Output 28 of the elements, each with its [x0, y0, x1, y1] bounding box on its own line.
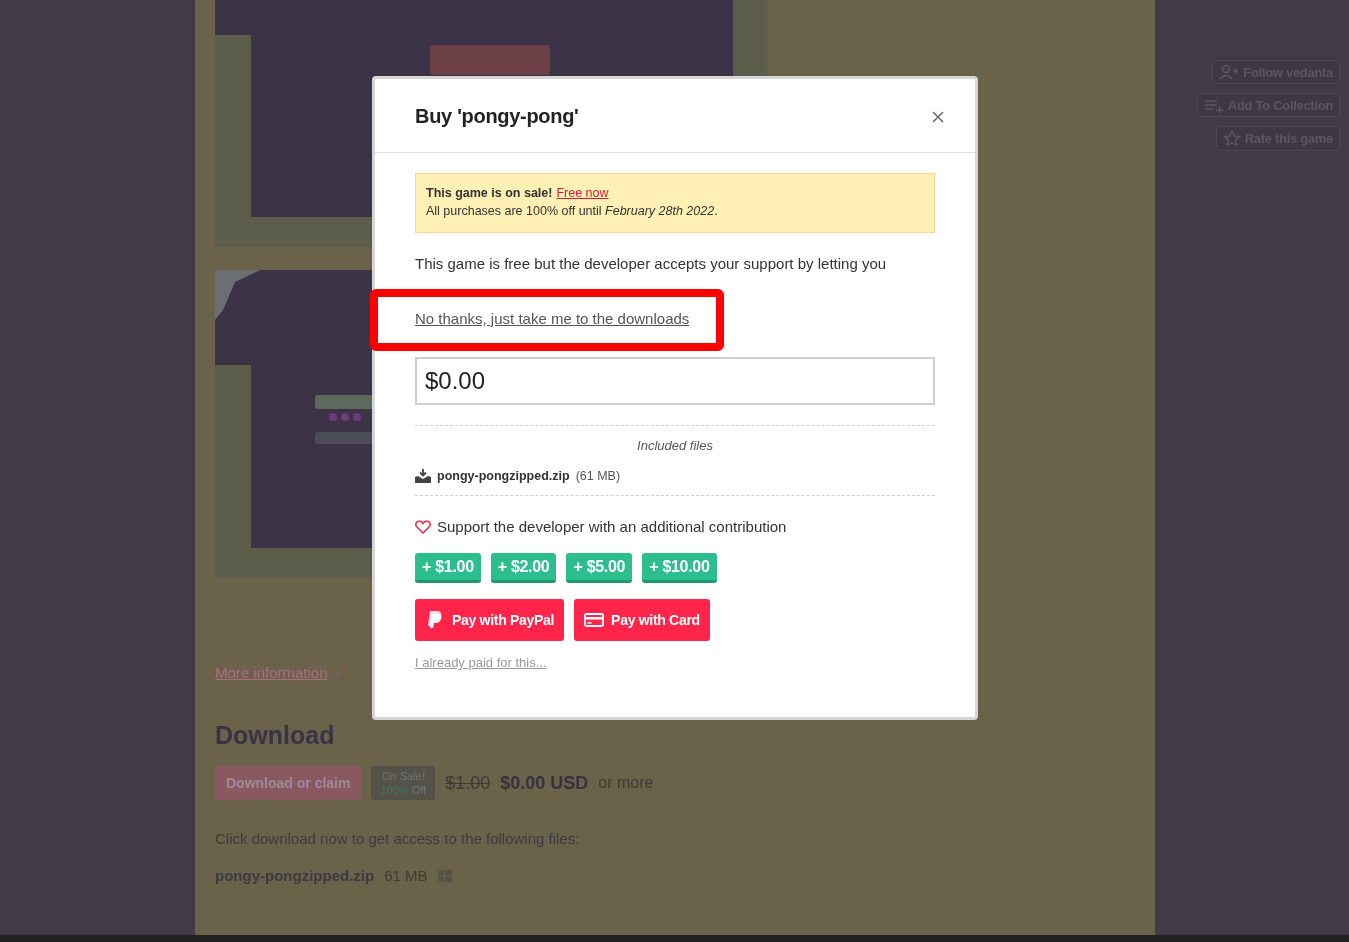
heart-icon	[415, 519, 431, 534]
star-icon	[1222, 130, 1241, 147]
included-files-heading: Included files	[636, 438, 714, 453]
credit-card-icon	[584, 612, 605, 628]
close-icon[interactable]	[931, 109, 945, 124]
add-user-icon	[1219, 64, 1240, 80]
contribution-button[interactable]: + $5.00	[566, 553, 633, 583]
description-text: This game is free but the developer accepts your support by letting you	[415, 255, 888, 272]
dialog-title: Buy 'pongy-pong'	[415, 105, 579, 128]
file-name: pongy-pongzipped.zip	[437, 469, 570, 483]
paypal-pay-button[interactable]: Pay with PayPal	[415, 599, 565, 641]
file-size: (61 MB)	[575, 469, 621, 483]
price-input[interactable]: $0.00	[415, 357, 935, 405]
contribution-button[interactable]: + $2.00	[490, 553, 557, 583]
contribution-button[interactable]: + $1.00	[415, 553, 481, 583]
add-to-list-icon	[1203, 97, 1224, 113]
more-information-link[interactable]: More information	[215, 664, 328, 681]
free-now-link[interactable]: Free now	[556, 184, 609, 202]
download-or-claim-button[interactable]: Download or claim	[215, 766, 362, 800]
contribution-button[interactable]: + $10.00	[642, 553, 717, 583]
sale-headline: This game is on sale!	[426, 185, 553, 202]
support-text: Support the developer with an additional contribution	[437, 518, 787, 535]
download-icon	[415, 469, 431, 483]
chevron-down-icon	[331, 668, 344, 677]
card-pay-button[interactable]: Pay with Card	[574, 599, 710, 641]
skip-to-downloads-link[interactable]: No thanks, just take me to the downloads	[415, 310, 690, 327]
already-paid-link[interactable]: I already paid for this...	[415, 655, 547, 670]
sale-details: All purchases are 100% off until February 28th 2022.	[426, 203, 719, 220]
